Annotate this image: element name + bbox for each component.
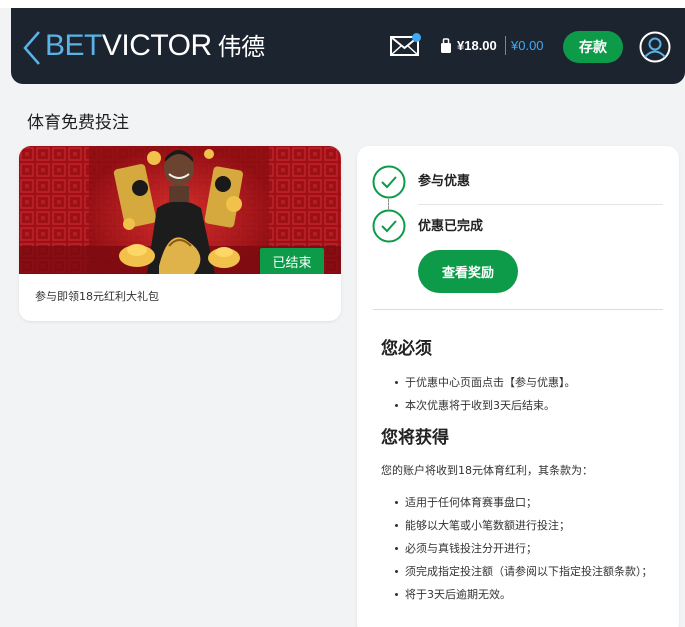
step-check-icon xyxy=(372,165,406,199)
view-reward-button[interactable]: 查看奖励 xyxy=(418,250,518,293)
rewards-heading: 您将获得 xyxy=(381,428,449,448)
account-icon[interactable] xyxy=(639,31,671,63)
rewards-list: 适用于任何体育赛事盘口； 能够以大笔或小笔数额进行投注； 必须与真钱投注分开进行… xyxy=(395,495,660,602)
step-check-icon xyxy=(372,209,406,243)
notification-dot xyxy=(412,33,421,42)
step-label-completed: 优惠已完成 xyxy=(418,219,484,234)
rewards-intro: 您的账户将收到18元体育红利，其条款为： xyxy=(381,464,593,477)
promo-card[interactable]: 已结束 参与即领18元红利大礼包 xyxy=(19,146,341,321)
step-label-join: 参与优惠 xyxy=(418,174,471,189)
top-strip xyxy=(0,0,685,8)
list-item: 须完成指定投注额（请参阅以下指定投注额条款）； xyxy=(395,564,660,579)
promo-caption: 参与即领18元红利大礼包 xyxy=(35,290,159,303)
step-divider xyxy=(418,204,663,205)
wallet-icon xyxy=(441,38,451,53)
betvictor-logo[interactable]: BETVICTOR 伟德 xyxy=(45,29,265,64)
step-connector xyxy=(388,199,390,209)
balance-bonus[interactable]: ¥0.00 xyxy=(511,37,544,55)
requirements-list: 于优惠中心页面点击【参与优惠】。 本次优惠将于收到3天后结束。 xyxy=(395,375,660,413)
section-divider xyxy=(373,309,663,310)
balance-main[interactable]: ¥18.00 xyxy=(457,37,497,55)
deposit-button[interactable]: 存款 xyxy=(563,31,623,63)
list-item: 本次优惠将于收到3天后结束。 xyxy=(395,398,660,413)
logo-chinese: 伟德 xyxy=(217,33,266,61)
balance-separator xyxy=(505,36,506,55)
back-chevron-icon[interactable] xyxy=(21,30,45,66)
list-item: 适用于任何体育赛事盘口； xyxy=(395,495,660,510)
requirements-heading: 您必须 xyxy=(381,339,432,359)
page-title: 体育免费投注 xyxy=(27,113,129,133)
logo-victor: VICTOR xyxy=(101,29,212,62)
list-item: 能够以大笔或小笔数额进行投注； xyxy=(395,518,660,533)
logo-bet: BET xyxy=(45,29,102,62)
list-item: 于优惠中心页面点击【参与优惠】。 xyxy=(395,375,660,390)
list-item: 必须与真钱投注分开进行； xyxy=(395,541,660,556)
list-item: 将于3天后逾期无效。 xyxy=(395,587,660,602)
status-badge-ended: 已结束 xyxy=(260,248,324,274)
